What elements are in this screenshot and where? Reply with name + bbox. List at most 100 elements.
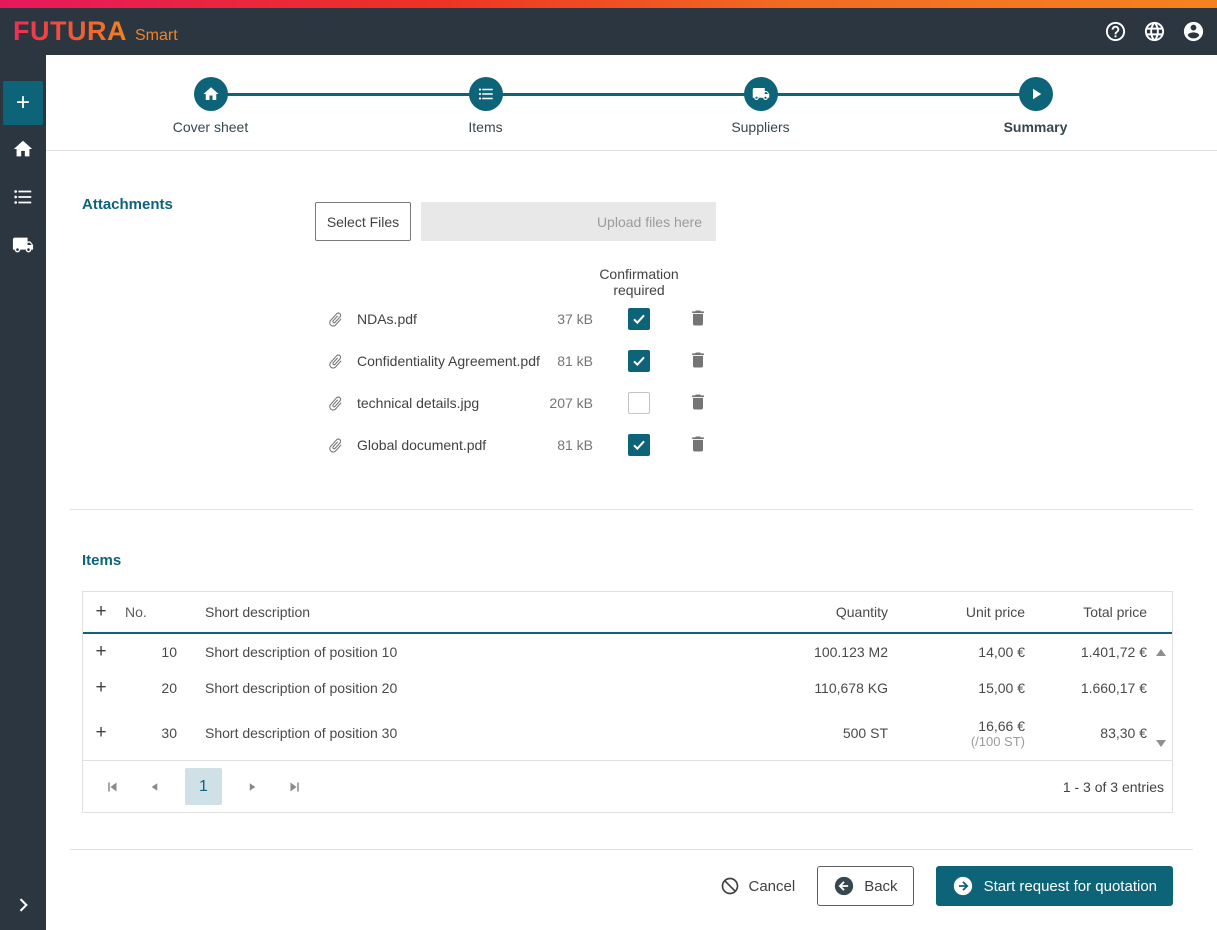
item-no: 20 <box>161 680 177 697</box>
column-header-quantity: Quantity <box>835 604 888 621</box>
item-unit-price: 15,00 € <box>978 680 1025 697</box>
scroll-up-arrow[interactable] <box>1156 649 1166 657</box>
check-icon <box>633 440 645 451</box>
top-bar: FUTURA Smart <box>0 8 1217 55</box>
sidebar-item-home[interactable] <box>0 125 46 173</box>
sidebar: + <box>0 55 46 930</box>
truck-icon <box>752 88 769 100</box>
step-circle <box>743 77 778 111</box>
brand-name: FUTURA <box>13 16 127 46</box>
delete-file-button[interactable] <box>687 350 709 372</box>
last-page-button[interactable] <box>282 774 308 800</box>
step-cover-sheet[interactable]: Cover sheet <box>73 77 348 135</box>
step-label: Items <box>468 119 503 135</box>
previous-page-button[interactable] <box>142 774 168 800</box>
delete-file-button[interactable] <box>687 392 709 414</box>
paperclip-icon <box>329 354 342 369</box>
confirmation-checkbox[interactable] <box>628 434 650 457</box>
list-icon <box>478 88 493 100</box>
attachment-clip-cell <box>327 437 357 454</box>
item-quantity: 110,678 KG <box>814 680 888 697</box>
select-files-button[interactable]: Select Files <box>315 202 411 241</box>
items-table: + No. Short description Quantity Unit pr… <box>82 591 1173 814</box>
cancel-block-icon <box>721 877 738 895</box>
trash-icon <box>692 310 704 326</box>
step-suppliers[interactable]: Suppliers <box>623 77 898 135</box>
step-circle <box>468 77 503 111</box>
item-description: Short description of position 20 <box>205 680 398 697</box>
step-label: Summary <box>1003 119 1068 135</box>
table-row: + 30 Short description of position 30 50… <box>83 706 1172 760</box>
confirmation-checkbox[interactable] <box>628 350 650 373</box>
column-header-total-price: Total price <box>1083 604 1147 621</box>
app-logo: FUTURA Smart <box>13 16 178 47</box>
footer-divider <box>70 849 1193 851</box>
attachments-file-list: Confirmation required NDAs.pdf 37 kB Con… <box>327 266 715 466</box>
stepper-divider <box>46 150 1217 151</box>
file-row: Global document.pdf 81 kB <box>327 424 715 466</box>
item-total-price: 83,30 € <box>1100 725 1147 742</box>
list-icon <box>14 190 32 204</box>
help-button[interactable] <box>1101 18 1129 46</box>
file-list-header: Confirmation required <box>327 266 715 298</box>
start-request-for-quotation-button[interactable]: Start request for quotation <box>935 866 1173 907</box>
items-table-body: + 10 Short description of position 10 10… <box>83 634 1172 760</box>
forward-circle-icon <box>953 877 972 896</box>
attachment-clip-cell <box>327 395 357 412</box>
add-button[interactable]: + <box>3 81 43 125</box>
help-icon <box>1105 21 1125 42</box>
sidebar-item-suppliers[interactable] <box>0 221 46 269</box>
last-page-icon <box>290 782 299 792</box>
wizard-stepper: Cover sheet Items Suppliers Summary <box>73 77 1173 135</box>
expand-row-button[interactable]: + <box>95 678 106 699</box>
account-button[interactable] <box>1179 18 1207 46</box>
topbar-actions <box>1101 18 1207 46</box>
next-page-button[interactable] <box>239 774 265 800</box>
scroll-down-arrow[interactable] <box>1156 740 1166 748</box>
expand-row-button[interactable]: + <box>95 642 106 663</box>
trash-icon <box>692 394 704 410</box>
expand-row-button[interactable]: + <box>95 723 106 744</box>
next-page-icon <box>249 782 256 791</box>
confirmation-checkbox[interactable] <box>628 308 650 331</box>
shipping-truck-icon <box>12 237 34 253</box>
trash-icon <box>692 352 704 368</box>
current-page-button[interactable]: 1 <box>185 768 222 806</box>
attachment-clip-cell <box>327 353 357 370</box>
account-icon <box>1183 21 1203 42</box>
table-row: + 20 Short description of position 20 11… <box>83 670 1172 706</box>
step-summary[interactable]: Summary <box>898 77 1173 135</box>
delete-file-button[interactable] <box>687 434 709 456</box>
file-row: Confidentiality Agreement.pdf 81 kB <box>327 340 715 382</box>
paperclip-icon <box>329 396 342 411</box>
confirmation-checkbox[interactable] <box>628 392 650 415</box>
expand-all-button[interactable]: + <box>95 602 106 623</box>
sidebar-item-items[interactable] <box>0 173 46 221</box>
paperclip-icon <box>329 438 342 453</box>
back-button[interactable]: Back <box>817 866 914 907</box>
first-page-button[interactable] <box>99 774 125 800</box>
cancel-label: Cancel <box>748 877 796 895</box>
file-size: 207 kB <box>549 395 593 412</box>
step-circle <box>1018 77 1053 111</box>
column-header-no: No. <box>125 604 147 621</box>
delete-file-button[interactable] <box>687 308 709 330</box>
cancel-button[interactable]: Cancel <box>720 876 796 896</box>
pagination-summary: 1 - 3 of 3 entries <box>1062 778 1164 795</box>
check-icon <box>633 314 645 325</box>
expand-sidebar-button[interactable] <box>0 888 46 924</box>
step-items[interactable]: Items <box>348 77 623 135</box>
upload-dropzone[interactable]: Upload files here <box>421 202 716 241</box>
upload-hint: Upload files here <box>596 213 702 230</box>
attachments-title: Attachments <box>82 196 173 213</box>
home-icon <box>203 87 218 100</box>
language-button[interactable] <box>1140 18 1168 46</box>
item-total-price: 1.401,72 € <box>1080 644 1147 661</box>
file-name: Confidentiality Agreement.pdf <box>357 353 540 370</box>
file-row: technical details.jpg 207 kB <box>327 382 715 424</box>
chevron-right-icon <box>19 897 28 912</box>
item-description: Short description of position 10 <box>205 644 398 661</box>
file-size: 81 kB <box>557 437 593 454</box>
items-title: Items <box>82 552 122 570</box>
brand-suffix: Smart <box>134 27 178 44</box>
